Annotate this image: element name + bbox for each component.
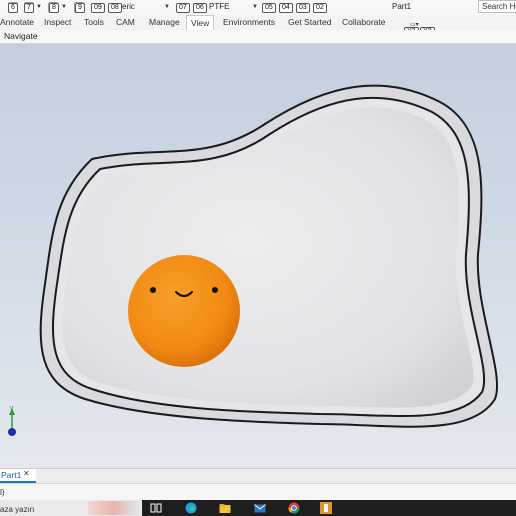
keytip-badge: 06 xyxy=(193,3,207,13)
navigate-panel-label[interactable]: Navigate xyxy=(4,31,38,41)
chevron-down-icon[interactable]: ▼ xyxy=(36,4,42,10)
search-help-input[interactable]: Search He xyxy=(478,0,516,13)
graphics-viewport[interactable]: Y xyxy=(0,44,516,468)
edge-icon[interactable] xyxy=(185,502,197,514)
chevron-down-icon[interactable]: ▼ xyxy=(61,4,67,10)
ribbon-panel-bar: Navigate xyxy=(0,30,516,44)
close-icon[interactable]: ✕ xyxy=(23,469,30,478)
tab-annotate[interactable]: Annotate xyxy=(0,15,34,30)
y-axis-label: Y xyxy=(9,406,14,413)
quick-access-toolbar: 6 7 ▼ 8 ▼ 9 09 08 eric ▼ 07 06 PTFE ▼ 05… xyxy=(0,0,516,15)
keytip-badge: 07 xyxy=(176,3,190,13)
windows-taskbar: aza yazın xyxy=(0,500,516,516)
keytip-badge: 8 xyxy=(49,3,59,13)
tab-tools[interactable]: Tools xyxy=(84,15,104,30)
ribbon-tab-bar: Annotate Inspect Tools CAM Manage View E… xyxy=(0,15,516,37)
keytip-badge: 08 xyxy=(108,3,122,13)
tab-view[interactable]: View xyxy=(186,15,215,30)
tab-cam[interactable]: CAM xyxy=(116,15,135,30)
chevron-down-icon[interactable]: ▼ xyxy=(164,4,170,10)
chevron-down-icon[interactable]: ▼ xyxy=(252,4,258,10)
egg-yolk xyxy=(128,255,240,367)
keytip-badge: 9 xyxy=(75,3,85,13)
task-view-icon[interactable] xyxy=(150,502,162,514)
document-tab-part1[interactable]: Part1 xyxy=(0,469,36,483)
keytip-badge: 05 xyxy=(262,3,276,13)
tab-collaborate[interactable]: Collaborate xyxy=(342,15,385,30)
tab-inspect[interactable]: Inspect xyxy=(44,15,71,30)
taskbar-search-box[interactable]: aza yazın xyxy=(0,500,142,516)
document-title: Part1 xyxy=(392,2,412,11)
search-highlight-image xyxy=(88,501,140,515)
egg-white-surface xyxy=(62,107,474,408)
tab-environments[interactable]: Environments xyxy=(223,15,275,30)
keytip-badge: 04 xyxy=(279,3,293,13)
chrome-icon[interactable] xyxy=(288,502,300,514)
keytip-badge: 6 xyxy=(8,3,18,13)
keytip-badge: 02 xyxy=(313,3,327,13)
document-tab-label: Part1 xyxy=(1,470,22,480)
taskbar-search-placeholder: aza yazın xyxy=(0,505,35,514)
inventor-icon[interactable] xyxy=(320,502,332,514)
keytip-badge: 09 xyxy=(91,3,105,13)
tab-manage[interactable]: Manage xyxy=(149,15,180,30)
status-text: l) xyxy=(0,487,5,497)
material-dropdown[interactable]: PTFE xyxy=(209,2,229,12)
status-bar: l) xyxy=(0,483,516,500)
z-axis-origin xyxy=(8,428,16,436)
yolk-right-eye xyxy=(212,287,218,293)
mail-icon[interactable] xyxy=(254,502,266,514)
yolk-left-eye xyxy=(150,287,156,293)
tab-get-started[interactable]: Get Started xyxy=(288,15,331,30)
keytip-badge: 03 xyxy=(296,3,310,13)
keytip-badge: 7 xyxy=(24,3,34,13)
document-tab-strip: Part1 ✕ xyxy=(0,468,516,483)
file-explorer-icon[interactable] xyxy=(219,502,231,514)
appearance-dropdown[interactable]: eric xyxy=(122,2,135,12)
